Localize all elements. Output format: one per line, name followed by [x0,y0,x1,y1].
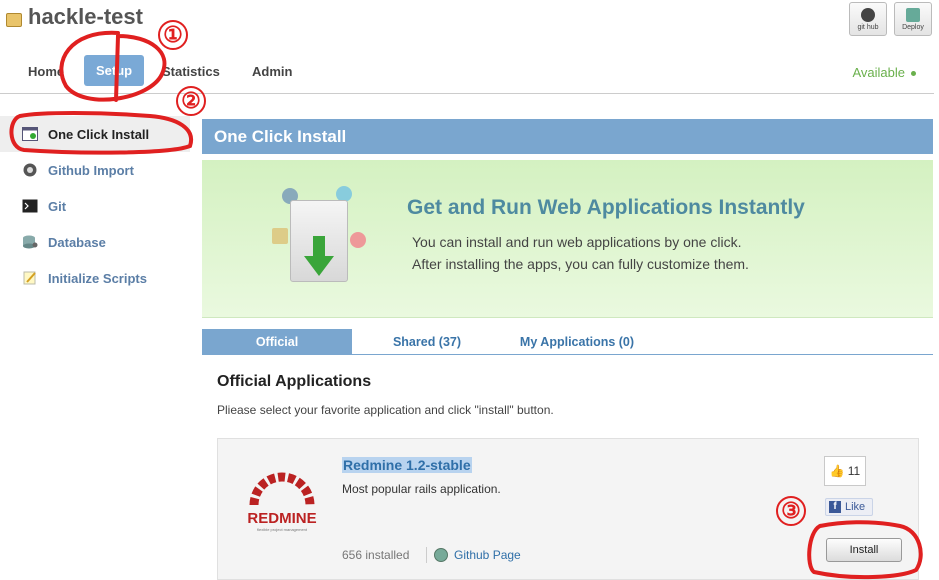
nav-home[interactable]: Home [28,64,64,79]
app-description: Most popular rails application. [342,482,501,496]
banner-line-1: You can install and run web applications… [412,234,742,250]
install-icon [22,127,38,141]
sidebar-item-label: Git [48,198,67,214]
app-bubble-icon [350,232,366,248]
annotation-number-3: ③ [776,496,806,526]
like-count: 11 [847,464,861,478]
like-count-box: 👍 11 [824,456,866,486]
database-icon [23,235,38,249]
app-tabs: Official Shared (37) My Applications (0) [202,329,933,355]
app-card: REDMINE flexible project management Redm… [217,438,919,580]
install-banner: Get and Run Web Applications Instantly Y… [202,160,933,318]
deploy-button[interactable]: Deploy [894,2,932,36]
status-dot [911,71,916,77]
logo-text: REDMINE [247,510,316,527]
nav-statistics[interactable]: Statistics [162,64,220,79]
annotation-number-1: ① [158,20,188,50]
folder-icon [6,13,22,27]
like-label: Like [845,501,866,513]
terminal-icon [22,199,38,213]
github-button-label: git hub [857,23,879,31]
redmine-logo: REDMINE flexible project management [247,472,317,532]
annotation-number-2: ② [176,86,206,116]
github-page-link[interactable]: Github Page [454,548,521,562]
panel-title: One Click Install [214,127,347,146]
download-arrow-icon [304,236,334,276]
github-page-icon [434,548,448,562]
github-icon [861,7,875,22]
logo-tagline: flexible project management [257,527,308,532]
tab-my-applications[interactable]: My Applications (0) [502,329,652,355]
thumbs-up-icon: 👍 [829,464,845,478]
script-icon [23,271,36,285]
sidebar-item-database[interactable]: Database [0,224,190,260]
banner-headline: Get and Run Web Applications Instantly [407,196,805,219]
install-button[interactable]: Install [826,538,902,562]
deploy-icon [906,7,920,22]
sidebar-item-one-click-install[interactable]: One Click Install [0,116,190,152]
sidebar-item-github-import[interactable]: Github Import [0,152,190,188]
install-count: 656 installed [342,548,410,562]
sidebar: One Click Install Github Import Git Data… [0,116,190,296]
facebook-like-button[interactable]: f Like [825,498,873,516]
sidebar-item-label: Github Import [48,162,134,178]
nav-admin[interactable]: Admin [252,64,292,79]
app-name-link[interactable]: Redmine 1.2-stable [342,457,472,473]
app-title: hackle-test [28,4,143,29]
sidebar-item-label: Database [48,234,106,250]
nav-setup[interactable]: Setup [84,55,145,86]
section-title: Official Applications [217,373,372,390]
status-indicator: Available [852,65,916,80]
tab-official[interactable]: Official [202,329,352,355]
banner-line-2: After installing the apps, you can fully… [412,256,749,272]
app-header: hackle-test [6,4,143,30]
status-text: Available [852,65,905,80]
sidebar-item-label: Initialize Scripts [48,270,147,286]
sidebar-item-label: One Click Install [48,126,150,142]
section-description: Pliease select your favorite application… [217,403,554,417]
main-nav: Home Setup Statistics Admin Available [0,54,934,94]
deploy-button-label: Deploy [902,23,924,31]
sidebar-item-git[interactable]: Git [0,188,190,224]
tab-shared[interactable]: Shared (37) [372,329,482,355]
sidebar-item-initialize-scripts[interactable]: Initialize Scripts [0,260,190,296]
banner-illustration [272,186,366,298]
facebook-icon: f [829,501,841,513]
github-button[interactable]: git hub [849,2,887,36]
divider [426,547,427,563]
app-bubble-icon [272,228,288,244]
github-icon [23,163,37,177]
panel-header: One Click Install [202,119,933,154]
